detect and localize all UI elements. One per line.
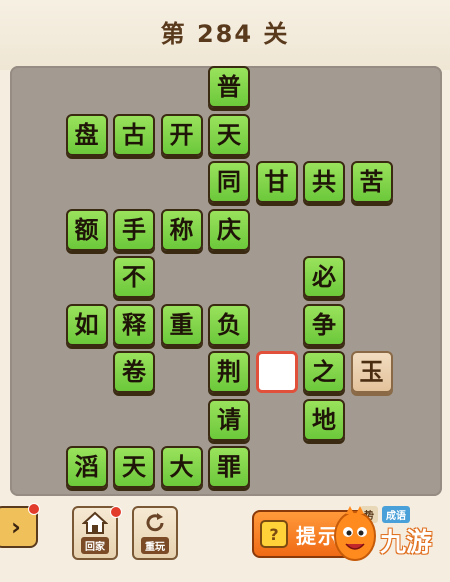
tile-t-jing: 荆 [208,351,250,393]
tile-t-fu: 负 [208,303,250,346]
tile-t-shi: 释 [113,303,155,346]
tile-t-kai: 开 [160,113,203,156]
tile-t-zui: 罪 [208,446,250,488]
tile-t-bi: 必 [303,256,345,298]
tile-t-zhi: 之 [303,351,345,393]
tile-t-tian1: 天 [208,113,250,156]
tile-t-cheng: 称 [160,208,203,251]
tag-2: 成语 [382,506,410,523]
tile-t-gu: 古 [113,113,155,156]
tile-t-bu: 不 [113,256,155,298]
level-title: 第 284 关 [160,20,290,48]
question-icon: ? [260,520,288,548]
tile-t-da: 大 [160,446,203,488]
home-label: 回家 [81,537,109,554]
replay-button[interactable]: 重玩 [132,506,178,560]
chevron-right-icon: › [11,513,21,541]
notification-dot [28,503,40,515]
house-icon [81,510,109,536]
tile-t-gan: 甘 [255,161,298,203]
home-notification-dot [110,506,122,518]
puzzle-board: 普盘古开天同甘共苦额手称庆不必如释重负争卷荆之请地滔天大罪玉 [10,66,442,496]
tile-t-tao: 滔 [65,446,108,488]
tile-t-ru: 如 [65,303,108,346]
tile-t-juan: 卷 [113,351,155,393]
tile-t-tian2: 天 [113,446,155,488]
tile-t-zheng: 争 [303,303,345,346]
tile-t-pan: 盘 [65,113,108,156]
blank-answer-slot[interactable] [255,351,298,393]
refresh-icon [141,510,169,536]
tile-t-ku: 苦 [350,161,393,203]
replay-label: 重玩 [141,537,169,554]
tile-t-e: 额 [65,208,108,251]
tile-t-qing: 庆 [208,208,250,251]
tile-t-tong: 同 [208,161,250,203]
tile-t-zhong: 重 [160,303,203,346]
tile-t-shou: 手 [113,208,155,251]
brand-logo-text: 九游 [380,528,433,558]
tile-t-pu: 普 [208,66,250,108]
option-opt-yu[interactable]: 玉 [350,351,393,393]
tile-t-di: 地 [303,398,345,441]
mascot-icon [332,506,378,564]
tile-t-gong: 共 [303,161,345,203]
tile-t-qing2: 请 [208,398,250,441]
